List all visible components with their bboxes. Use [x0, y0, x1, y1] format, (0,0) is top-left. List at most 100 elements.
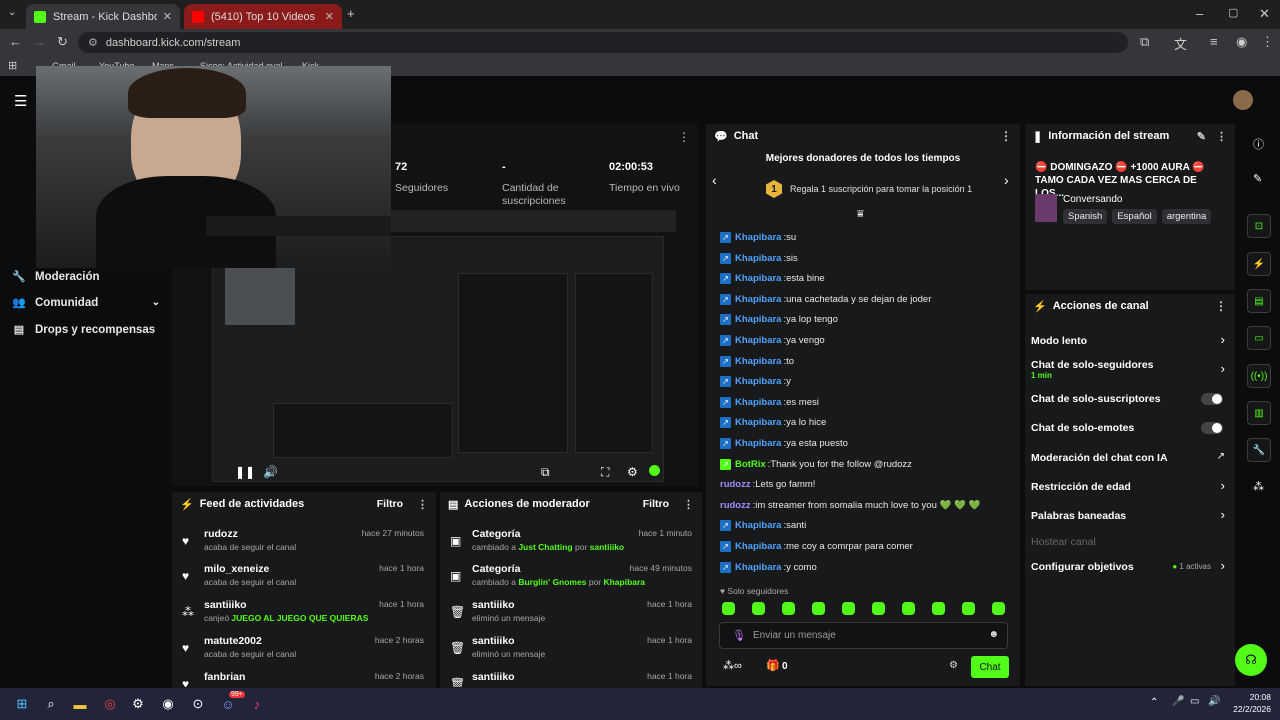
- close-window-icon[interactable]: ✕: [1259, 6, 1270, 22]
- tray-volume-icon[interactable]: 🔊: [1208, 696, 1220, 707]
- chat-username[interactable]: Khapibara: [735, 294, 781, 305]
- chat-username[interactable]: Khapibara: [735, 520, 781, 531]
- rail-broadcast-button[interactable]: ((•)): [1247, 364, 1271, 388]
- activity-menu-icon[interactable]: ⋮: [417, 498, 428, 511]
- mod-menu-icon[interactable]: ⋮: [683, 498, 694, 511]
- maximize-icon[interactable]: ▢: [1228, 6, 1238, 19]
- action-modo-lento[interactable]: Modo lento: [1031, 335, 1231, 347]
- action-palabras-baneadas[interactable]: Palabras baneadas: [1031, 510, 1231, 522]
- action-moderacion-ia[interactable]: Moderación del chat con IA: [1031, 452, 1231, 464]
- chat-username[interactable]: Khapibara: [735, 376, 781, 387]
- chat-username[interactable]: BotRix: [735, 459, 766, 470]
- feed-user[interactable]: fanbrian: [204, 671, 245, 683]
- extensions-icon[interactable]: ⧉: [1140, 34, 1149, 50]
- gift-icon[interactable]: 🎁: [766, 659, 780, 672]
- points-icon[interactable]: ⁂: [1253, 480, 1264, 493]
- forward-icon[interactable]: →: [33, 34, 46, 49]
- chat-username[interactable]: Khapibara: [735, 397, 781, 408]
- tag-chip[interactable]: argentina: [1161, 209, 1212, 224]
- chat-username[interactable]: rudozz: [720, 500, 751, 511]
- tray-mic-icon[interactable]: 🎤: [1172, 696, 1184, 707]
- tray-chevron-icon[interactable]: ⌃: [1150, 697, 1158, 708]
- chevron-right-icon[interactable]: ›: [1221, 361, 1225, 376]
- minimize-icon[interactable]: –: [1196, 6, 1203, 21]
- donors-prev-icon[interactable]: ‹: [712, 172, 717, 188]
- stream-category[interactable]: Conversando: [1063, 194, 1122, 205]
- rail-gift-button[interactable]: ▥: [1247, 401, 1271, 425]
- rail-chat-button[interactable]: ▭: [1247, 326, 1271, 350]
- channel-points-icon[interactable]: ⁂∞: [723, 659, 742, 672]
- feed-user[interactable]: matute2002: [204, 635, 262, 647]
- chat-username[interactable]: Khapibara: [735, 562, 781, 573]
- hamburger-menu-icon[interactable]: ☰: [14, 92, 27, 110]
- emote-icon[interactable]: [872, 602, 885, 615]
- chat-username[interactable]: Khapibara: [735, 335, 781, 346]
- reload-icon[interactable]: ↻: [57, 34, 68, 50]
- chat-username[interactable]: Khapibara: [735, 253, 781, 264]
- fullscreen-icon[interactable]: ⛶: [601, 465, 609, 480]
- close-tab-icon[interactable]: ✕: [325, 10, 334, 23]
- emote-icon[interactable]: [962, 602, 975, 615]
- tag-chip[interactable]: Español: [1112, 209, 1157, 224]
- emote-icon[interactable]: [842, 602, 855, 615]
- chevron-right-icon[interactable]: ›: [1221, 507, 1225, 522]
- emote-icon[interactable]: [992, 602, 1005, 615]
- chevron-right-icon[interactable]: ›: [1221, 478, 1225, 493]
- donors-next-icon[interactable]: ›: [1004, 172, 1009, 188]
- mod-filter-button[interactable]: Filtro: [643, 498, 669, 510]
- activity-filter-button[interactable]: Filtro: [377, 498, 403, 510]
- chat-send-button[interactable]: Chat: [971, 656, 1009, 678]
- rail-bolt-button[interactable]: ⚡: [1247, 252, 1271, 276]
- taskbar-date[interactable]: 22/2/2026: [1226, 704, 1271, 714]
- translate-icon[interactable]: 文: [1174, 34, 1187, 53]
- feed-user[interactable]: milo_xeneize: [204, 563, 269, 575]
- stream-info-menu-icon[interactable]: ⋮: [1216, 130, 1227, 143]
- volume-icon[interactable]: 🔊: [263, 465, 278, 479]
- apps-grid-icon[interactable]: ⊞: [8, 59, 17, 72]
- back-icon[interactable]: ←: [9, 34, 22, 49]
- action-restriccion-edad[interactable]: Restricción de edad: [1031, 481, 1231, 493]
- taskbar-time[interactable]: 20:08: [1231, 692, 1271, 702]
- emote-icon[interactable]: [812, 602, 825, 615]
- emote-icon[interactable]: [932, 602, 945, 615]
- tray-network-icon[interactable]: ▭: [1190, 696, 1199, 707]
- rail-document-button[interactable]: ▤: [1247, 289, 1271, 313]
- tab-search-icon[interactable]: ⌄: [8, 7, 16, 18]
- chat-username[interactable]: Khapibara: [735, 417, 781, 428]
- feed-user[interactable]: santiiiko: [204, 599, 247, 611]
- chat-input[interactable]: 🎙 Enviar un mensaje ☻: [719, 622, 1008, 649]
- file-explorer-icon[interactable]: ▬: [70, 694, 90, 714]
- info-circle-icon[interactable]: ⓘ: [1253, 136, 1264, 152]
- chat-username[interactable]: Khapibara: [735, 541, 781, 552]
- microphone-icon[interactable]: 🎙: [732, 629, 746, 642]
- emote-icon[interactable]: [902, 602, 915, 615]
- feed-user[interactable]: rudozz: [204, 528, 238, 540]
- tab-youtube[interactable]: (5410) Top 10 Videos Escalofria ✕: [184, 4, 342, 29]
- media-icon[interactable]: ≡: [1210, 34, 1218, 49]
- edit-pencil-icon[interactable]: ✎: [1197, 130, 1206, 143]
- emote-icon[interactable]: [782, 602, 795, 615]
- settings-gear-icon[interactable]: ⚙: [627, 465, 638, 479]
- pinned-toggle-icon[interactable]: ⩸: [857, 208, 864, 221]
- tab-kick-dashboard[interactable]: Stream - Kick Dashboard ✕: [26, 4, 180, 29]
- address-bar[interactable]: ⚙ dashboard.kick.com/stream: [78, 32, 1128, 53]
- pip-icon[interactable]: ⧉: [541, 465, 550, 480]
- emote-icon[interactable]: [752, 602, 765, 615]
- site-info-icon[interactable]: ⚙: [88, 36, 98, 49]
- tag-chip[interactable]: Spanish: [1063, 209, 1108, 224]
- rail-wrench-button[interactable]: 🔧: [1247, 438, 1271, 462]
- channel-actions-menu-icon[interactable]: ⋮: [1215, 299, 1227, 313]
- tiktok-icon[interactable]: ♪: [247, 694, 267, 714]
- chat-username[interactable]: Khapibara: [735, 273, 781, 284]
- steam-icon[interactable]: ⚙: [128, 694, 148, 714]
- chevron-right-icon[interactable]: ›: [1221, 558, 1225, 573]
- sidebar-item-drops[interactable]: ▤ Drops y recompensas: [12, 323, 155, 337]
- sidebar-item-moderacion[interactable]: 🔧 Moderación: [12, 270, 99, 284]
- chat-username[interactable]: Khapibara: [735, 438, 781, 449]
- windows-start-icon[interactable]: ⊞: [12, 694, 32, 714]
- avatar[interactable]: [1233, 90, 1253, 110]
- search-icon[interactable]: ⌕: [41, 694, 61, 714]
- video-player[interactable]: ❚❚ 🔊 ⧉ ⛶ ⚙: [212, 236, 664, 482]
- profile-icon[interactable]: ◉: [1236, 34, 1247, 50]
- rail-clip-button[interactable]: ⊡: [1247, 214, 1271, 238]
